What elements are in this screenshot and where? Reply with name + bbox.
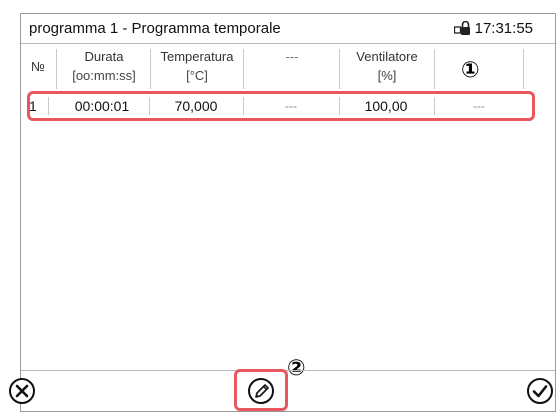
column-header-durata: Durata [oo:mm:ss] [72, 49, 136, 83]
cell-extra: --- [473, 99, 485, 113]
callout-1: ① [461, 58, 480, 83]
pencil-circle-icon[interactable] [246, 376, 276, 406]
column-divider [434, 49, 435, 89]
cell-ventilatore: 100,00 [364, 98, 408, 114]
title-bar: programma 1 - Programma temporale 17:31:… [21, 14, 555, 44]
column-header-temperatura: Temperatura [°C] [160, 49, 234, 83]
table-row[interactable]: 1 00:00:01 70,000 --- 100,00 --- [29, 96, 539, 118]
program-editor-window: programma 1 - Programma temporale 17:31:… [9, 13, 556, 412]
column-header-empty: --- [285, 49, 299, 64]
door-lock-icon [453, 21, 470, 35]
cell-durata: 00:00:01 [74, 98, 130, 114]
clock-area: 17:31:55 [453, 20, 533, 37]
column-divider [523, 49, 524, 89]
cell-divider [48, 97, 49, 115]
window-title: programma 1 - Programma temporale [29, 20, 281, 37]
bottom-toolbar [9, 369, 555, 411]
checkmark-circle-icon[interactable] [525, 376, 555, 406]
column-header-ventilatore: Ventilatore [%] [356, 49, 418, 83]
cell-number: 1 [29, 98, 37, 114]
column-header-number: № [31, 59, 45, 74]
cell-empty: --- [285, 99, 297, 113]
cell-temperatura: 70,000 [174, 98, 218, 114]
current-time: 17:31:55 [474, 20, 533, 37]
close-circle-icon[interactable] [7, 376, 37, 406]
